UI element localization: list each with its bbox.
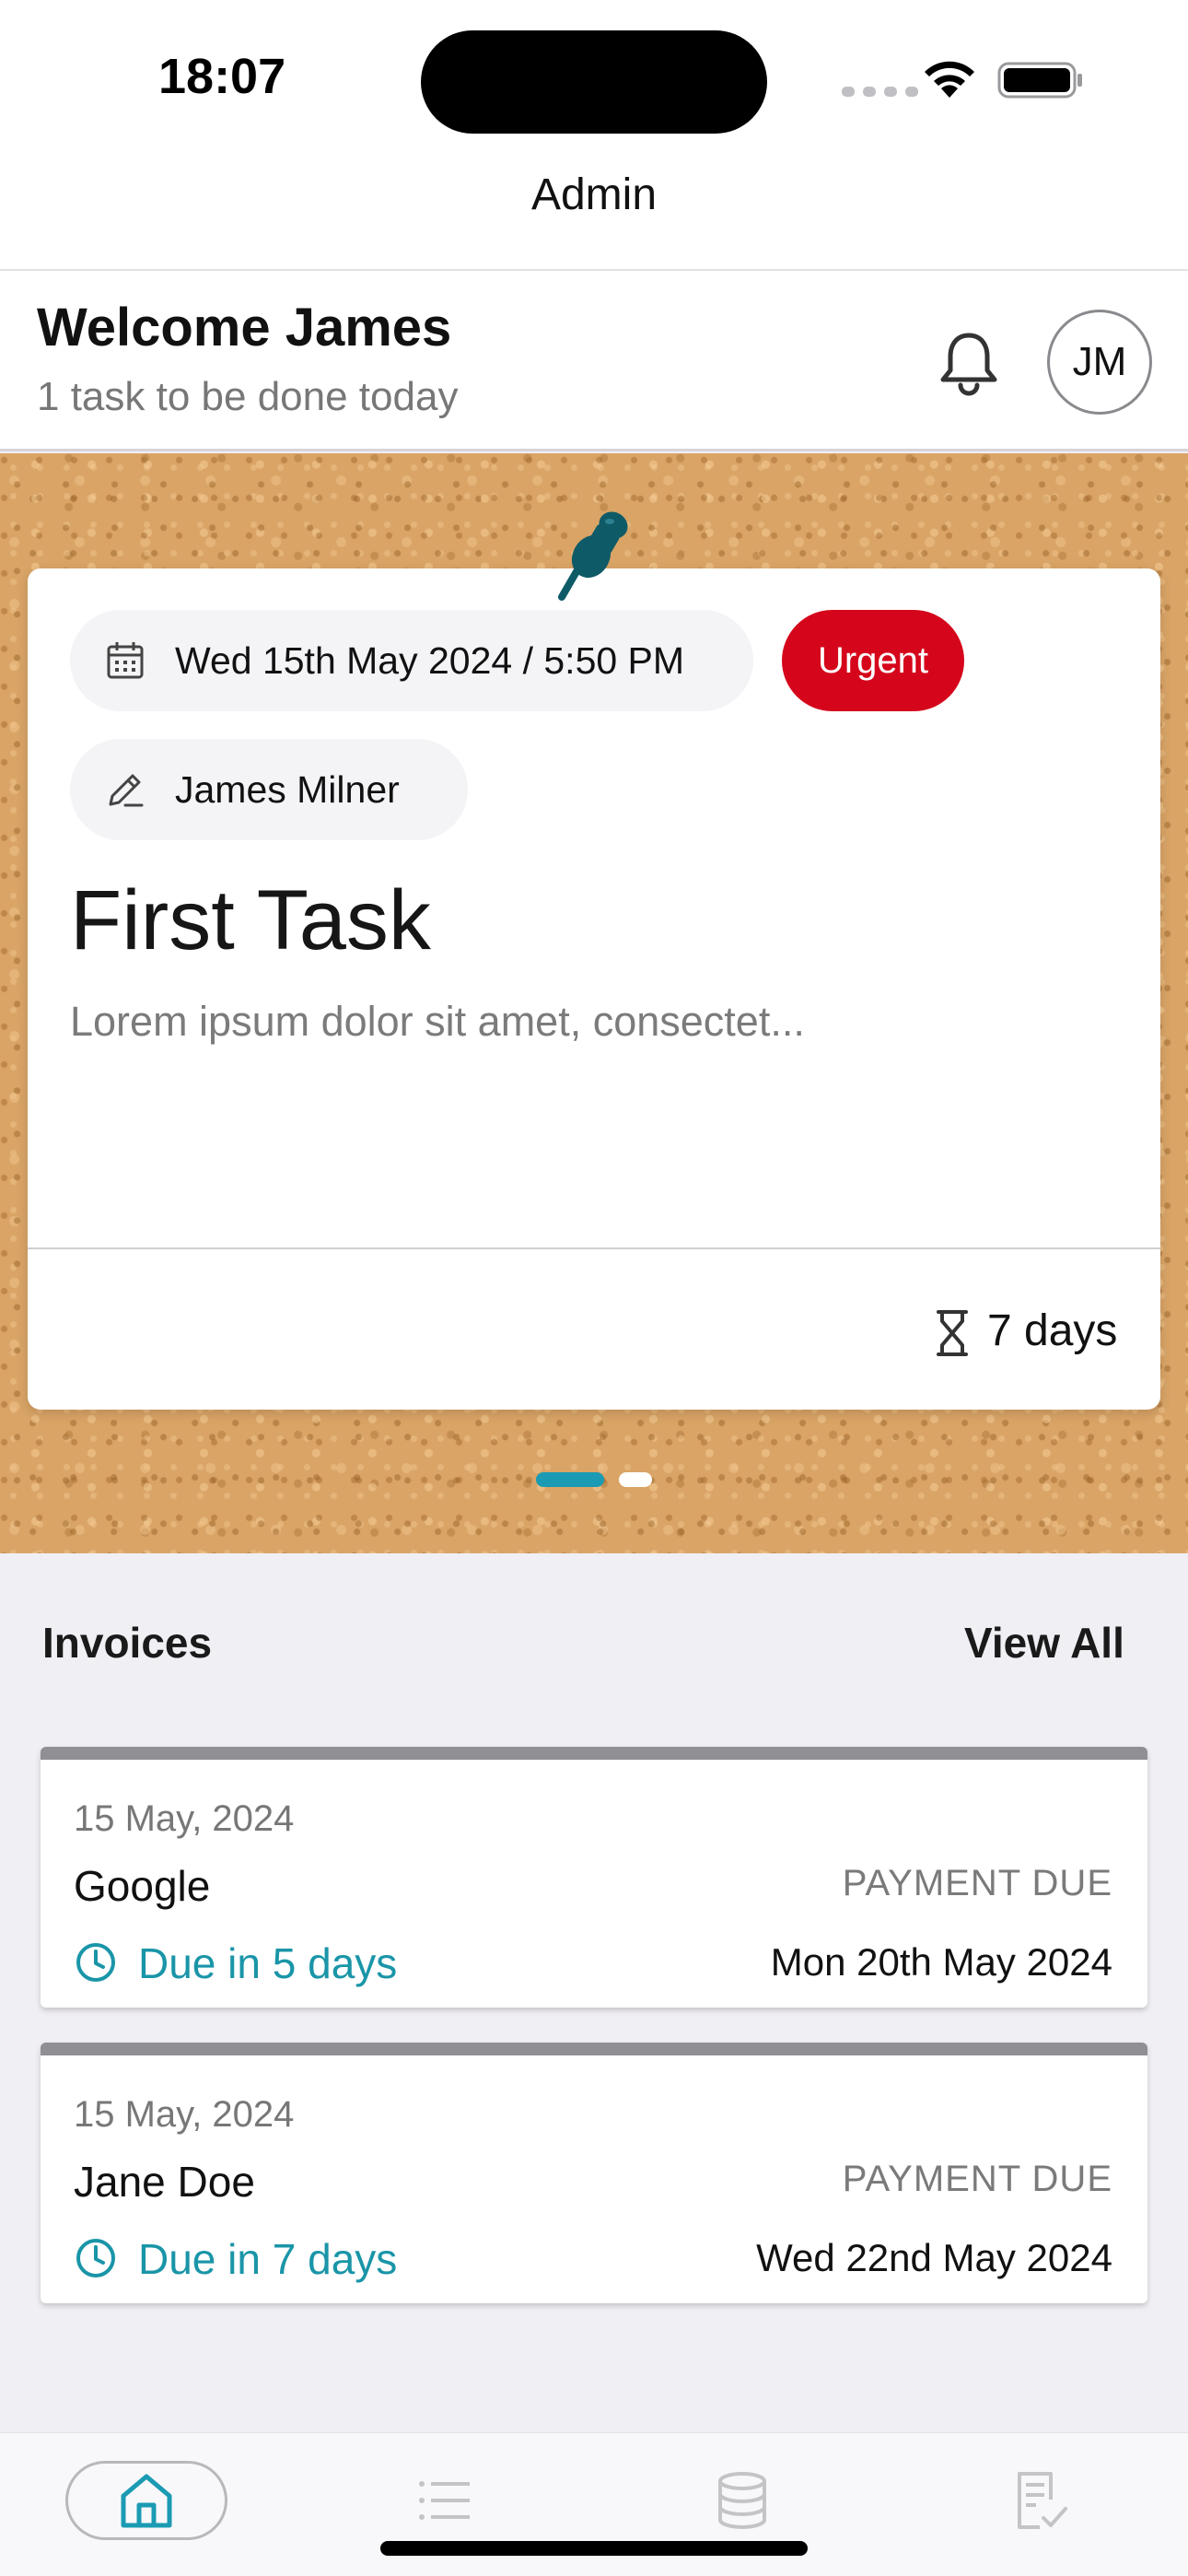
nav-bar: Admin [0, 157, 1188, 271]
invoice-status: PAYMENT DUE [842, 1863, 1112, 1903]
invoice-due-date: Mon 20th May 2024 [770, 1940, 1112, 1984]
task-author: James Milner [175, 768, 400, 811]
hourglass-icon [937, 1310, 968, 1356]
task-check-icon [1018, 2472, 1067, 2529]
status-time: 18:07 [158, 49, 286, 104]
invoice-date: 15 May, 2024 [74, 2094, 295, 2135]
invoice-client: Jane Doe [74, 2158, 255, 2206]
battery-icon [997, 62, 1082, 99]
clock-icon [76, 2239, 115, 2277]
invoice-date: 15 May, 2024 [74, 1798, 295, 1839]
cellular-signal-icon [842, 87, 918, 97]
home-icon [121, 2474, 172, 2528]
invoice-card[interactable]: 15 May, 2024 Jane Doe PAYMENT DUE Due in… [41, 2043, 1147, 2303]
tab-home[interactable] [65, 2461, 227, 2540]
task-card[interactable]: Wed 15th May 2024 / 5:50 PM Urgent James… [28, 568, 1160, 1410]
tab-list[interactable] [364, 2461, 526, 2540]
pager-dot[interactable] [619, 1472, 652, 1487]
bell-icon[interactable] [932, 326, 1006, 400]
pencil-icon [109, 774, 144, 807]
avatar[interactable]: JM [1047, 310, 1152, 415]
invoice-client: Google [74, 1862, 211, 1910]
task-date-chip: Wed 15th May 2024 / 5:50 PM [70, 610, 753, 711]
card-divider [28, 1247, 1160, 1249]
invoice-due-text: Due in 5 days [138, 1939, 398, 1987]
task-date: Wed 15th May 2024 / 5:50 PM [175, 639, 685, 682]
invoice-due-date: Wed 22nd May 2024 [756, 2236, 1112, 2279]
task-duration: 7 days [987, 1306, 1118, 1355]
nav-title: Admin [530, 170, 658, 219]
calendar-icon [107, 642, 144, 679]
priority-badge: Urgent [782, 610, 964, 711]
tab-database[interactable] [661, 2461, 823, 2540]
invoice-status: PAYMENT DUE [842, 2159, 1112, 2199]
status-bar: 18:07 [0, 0, 1188, 157]
invoices-title: Invoices [42, 1619, 213, 1667]
view-all-link[interactable]: View All [964, 1618, 1124, 1668]
pushpin-icon [558, 511, 628, 601]
invoice-due-text: Due in 7 days [138, 2235, 398, 2283]
list-icon [419, 2481, 470, 2520]
welcome-subtitle: 1 task to be done today [37, 374, 459, 419]
welcome-title: Welcome James [37, 298, 452, 357]
dynamic-island [421, 30, 767, 134]
welcome-header: Welcome James 1 task to be done today JM [0, 271, 1188, 451]
task-title: First Task [70, 873, 431, 967]
pager-dot-active[interactable] [536, 1472, 604, 1487]
task-description: Lorem ipsum dolor sit amet, consectet... [70, 998, 805, 1045]
invoice-card[interactable]: 15 May, 2024 Google PAYMENT DUE Due in 5… [41, 1747, 1147, 2008]
database-icon [718, 2472, 766, 2529]
wifi-icon [925, 61, 974, 98]
home-indicator [380, 2541, 808, 2556]
tab-tasks[interactable] [960, 2461, 1122, 2540]
task-author-chip: James Milner [70, 739, 468, 840]
clock-icon [76, 1943, 115, 1982]
